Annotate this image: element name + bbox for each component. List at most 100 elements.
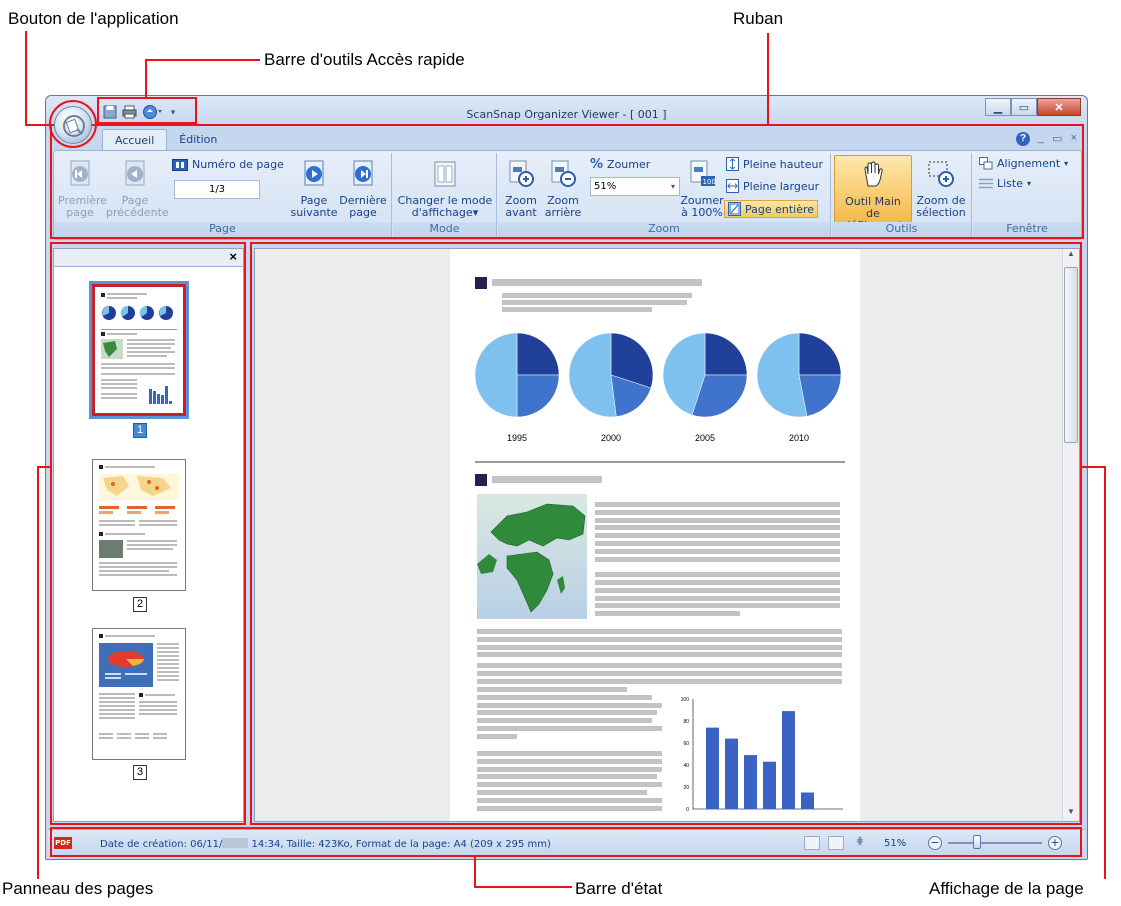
customize-qat-icon[interactable]: ▾ — [168, 104, 178, 121]
text-line — [477, 710, 657, 716]
help-icon[interactable]: ? — [1016, 132, 1031, 146]
double-page-view-icon[interactable] — [828, 836, 844, 850]
page-number-value: 1/3 — [208, 184, 226, 195]
zoom-in-circle-icon[interactable]: + — [1048, 836, 1062, 850]
zoom-slider-handle[interactable] — [973, 835, 981, 849]
document-page: 1995 2000 2005 2010 100 80 60 40 20 0 — [450, 249, 860, 821]
page-thumbnail-1-preview — [101, 293, 177, 404]
text-line — [477, 797, 662, 803]
page-number-icon — [172, 158, 188, 171]
thumbnail-view-icon[interactable]: ⋕ — [852, 836, 868, 850]
mdi-minimize-icon[interactable]: _ — [1038, 132, 1044, 146]
application-button[interactable] — [54, 106, 92, 144]
hand-tool-button[interactable]: Outil Main de défilement — [834, 155, 912, 232]
maximize-icon[interactable]: ▭ — [1011, 98, 1037, 116]
zoom-in-button[interactable]: Zoom avant — [502, 159, 540, 219]
change-display-mode-button[interactable]: Changer le mode d'affichage▾ — [395, 159, 495, 219]
pages-pane: × 1 2 3 — [53, 248, 244, 822]
tab-accueil[interactable]: Accueil — [102, 129, 168, 151]
ribbon: Première page Page précédente Numéro de … — [53, 150, 1082, 240]
callout-page-view: Affichage de la page — [929, 879, 1084, 898]
page-number-field[interactable]: 1/3 — [174, 180, 260, 199]
bar-chart-tick-label: 0 — [686, 807, 689, 813]
selection-zoom-label-2: sélection — [916, 206, 966, 219]
svg-text:100: 100 — [703, 178, 716, 186]
callout-quick-access-toolbar: Barre d'outils Accès rapide — [264, 50, 465, 69]
pdf-icon: PDF — [54, 837, 72, 849]
scroll-down-icon[interactable]: ▼ — [1063, 807, 1079, 821]
zoom-select[interactable]: 51% ▾ — [590, 177, 680, 196]
save-icon[interactable] — [101, 104, 118, 121]
first-page-button[interactable]: Première page — [58, 159, 107, 219]
zoom-in-label-2: avant — [505, 206, 537, 219]
pie-slice — [798, 332, 842, 376]
mdi-restore-icon[interactable]: ▭ — [1052, 132, 1062, 146]
last-page-button[interactable]: Dernière page — [338, 159, 388, 219]
print-icon[interactable] — [121, 104, 138, 121]
text-line — [595, 533, 840, 539]
heading-line — [492, 279, 702, 286]
text-line — [502, 307, 652, 312]
scan-icon[interactable] — [141, 104, 165, 121]
selection-zoom-button[interactable]: Zoom de sélection — [912, 159, 970, 219]
page-thumbnail-1[interactable] — [89, 281, 189, 419]
status-zoom-value: 51% — [884, 838, 907, 849]
minimize-icon[interactable]: ▁ — [985, 98, 1011, 116]
text-line — [477, 782, 662, 788]
bar-chart-bar — [744, 755, 757, 809]
text-line — [595, 502, 840, 507]
pie-slice — [704, 332, 748, 376]
text-line — [477, 718, 652, 724]
zoom-out-button[interactable]: Zoom arrière — [542, 159, 584, 219]
full-height-button[interactable]: Pleine hauteur — [726, 157, 823, 171]
alignment-button[interactable]: Alignement ▾ — [979, 157, 1068, 170]
status-text: Date de création: 06/11/ 14:34, Taille: … — [100, 838, 551, 850]
vertical-scrollbar[interactable]: ▲ ▼ — [1062, 249, 1079, 821]
scrollbar-thumb[interactable] — [1064, 267, 1078, 443]
leader-page-view — [1104, 467, 1106, 879]
single-page-view-icon[interactable] — [804, 836, 820, 850]
page-number-badge-3: 3 — [133, 765, 147, 780]
tab-edition[interactable]: Édition — [167, 129, 229, 151]
pie-label-2005: 2005 — [694, 433, 716, 443]
alignment-label: Alignement — [997, 157, 1061, 170]
page-number-badge-1: 1 — [133, 423, 147, 438]
list-dropdown-icon: ▾ — [1027, 179, 1032, 188]
map-image — [477, 494, 587, 619]
text-line — [502, 293, 692, 298]
alignment-dropdown-icon: ▾ — [1064, 159, 1069, 168]
full-width-icon — [726, 179, 739, 193]
last-page-label-2: page — [349, 206, 377, 219]
list-button[interactable]: Liste ▾ — [979, 177, 1031, 190]
previous-page-button[interactable]: Page précédente — [106, 159, 169, 219]
pie-charts — [474, 332, 842, 418]
text-line — [477, 644, 842, 650]
close-icon[interactable]: ✕ — [1037, 98, 1081, 116]
page-thumbnail-3[interactable] — [92, 628, 186, 760]
text-line — [477, 774, 657, 780]
page-view[interactable]: 1995 2000 2005 2010 100 80 60 40 20 0 ▲ — [254, 248, 1080, 822]
text-line — [595, 572, 840, 578]
scroll-up-icon[interactable]: ▲ — [1063, 249, 1079, 263]
leader-status-bar — [474, 886, 572, 888]
display-mode-icon — [434, 161, 456, 187]
full-height-label: Pleine hauteur — [743, 157, 824, 171]
page-thumbnail-2[interactable] — [92, 459, 186, 591]
zoom-out-circle-icon[interactable]: − — [928, 836, 942, 850]
bar-chart-bar — [801, 792, 814, 809]
title-bar: ScanSnap Organizer Viewer - [ 001 ] ▾ ▁ … — [46, 96, 1087, 130]
zoom-100-button[interactable]: 100 Zoumer à 100% — [680, 159, 724, 219]
pages-pane-close-icon[interactable]: × — [229, 249, 237, 264]
bar-chart: 100 80 60 40 20 0 — [681, 697, 843, 813]
next-page-button[interactable]: Page suivante — [290, 159, 338, 219]
mdi-close-icon[interactable]: × — [1071, 132, 1077, 146]
zoom-slider[interactable] — [948, 842, 1042, 844]
text-line — [595, 595, 840, 601]
full-width-button[interactable]: Pleine largeur — [726, 179, 819, 193]
redacted-year — [222, 838, 249, 848]
ribbon-tabs: Accueil Édition — [102, 129, 229, 151]
text-line — [595, 587, 840, 593]
percent-icon: % — [590, 157, 604, 172]
whole-page-button[interactable]: Page entière — [724, 200, 819, 218]
mdi-controls: ? _ ▭ × — [1016, 132, 1077, 146]
